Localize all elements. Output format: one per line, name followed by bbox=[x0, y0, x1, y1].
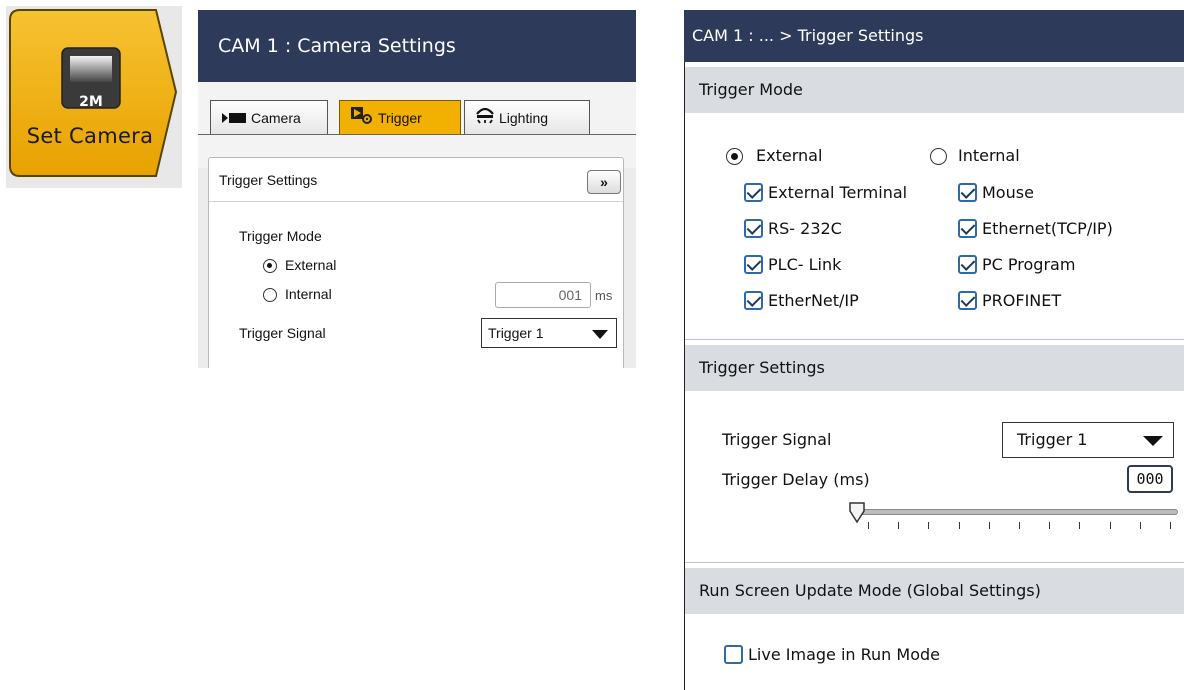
trigger-settings-panel: CAM 1 : ... > Trigger Settings Trigger M… bbox=[684, 10, 1184, 690]
slider-tick bbox=[988, 522, 990, 529]
tab-camera-label: Camera bbox=[251, 110, 301, 126]
trigger-signal-value: Trigger 1 bbox=[488, 325, 544, 341]
set-camera-button[interactable]: 2M Set Camera bbox=[6, 6, 182, 188]
trigger-delay-slider-track[interactable] bbox=[856, 509, 1178, 515]
checkbox-pc-program-label: PC Program bbox=[982, 255, 1076, 274]
checkbox-live-image-label: Live Image in Run Mode bbox=[748, 645, 940, 664]
trigger-signal-value: Trigger 1 bbox=[1017, 430, 1088, 449]
slider-tick bbox=[1109, 522, 1111, 529]
trigger-mode-header: Trigger Mode bbox=[685, 67, 1184, 113]
trigger-settings-header: Trigger Settings bbox=[209, 158, 623, 202]
checkbox-ethernet-ip[interactable] bbox=[744, 291, 763, 310]
camera-resolution-badge: 2M bbox=[79, 94, 103, 110]
slider-ticks bbox=[856, 522, 1178, 530]
run-screen-header: Run Screen Update Mode (Global Settings) bbox=[685, 568, 1184, 614]
slider-tick bbox=[1170, 522, 1171, 529]
trigger-signal-select[interactable]: Trigger 1 bbox=[1002, 422, 1174, 458]
checkbox-live-image[interactable] bbox=[724, 645, 743, 664]
expand-button[interactable]: » bbox=[587, 170, 621, 194]
radio-internal-label: Internal bbox=[958, 146, 1020, 165]
trigger-settings-title: Trigger Settings bbox=[219, 172, 318, 188]
camera-icon bbox=[221, 102, 247, 136]
lighting-icon bbox=[475, 102, 495, 136]
slider-tick bbox=[1049, 522, 1051, 529]
checkbox-profinet[interactable] bbox=[958, 291, 977, 310]
tab-trigger-label: Trigger bbox=[378, 110, 422, 126]
trigger-settings-card: Trigger Settings » Trigger Mode External… bbox=[208, 157, 624, 368]
trigger-settings-header: Trigger Settings bbox=[685, 345, 1184, 391]
tab-trigger[interactable]: Trigger bbox=[339, 100, 461, 134]
tab-camera[interactable]: Camera bbox=[210, 100, 328, 134]
slider-tick bbox=[898, 522, 900, 529]
trigger-settings-title-bar: CAM 1 : ... > Trigger Settings bbox=[684, 10, 1184, 62]
radio-external[interactable] bbox=[726, 148, 743, 165]
chevron-down-icon bbox=[1143, 436, 1163, 446]
checkbox-ethernet-tcpip-label: Ethernet(TCP/IP) bbox=[982, 219, 1113, 238]
radio-internal[interactable] bbox=[930, 148, 947, 165]
trigger-delay-input[interactable]: 000 bbox=[1127, 465, 1173, 493]
radio-internal-label: Internal bbox=[285, 286, 332, 302]
interval-unit: ms bbox=[595, 288, 613, 303]
checkbox-external-terminal[interactable] bbox=[744, 183, 763, 202]
checkbox-rs232c[interactable] bbox=[744, 219, 763, 238]
tab-lighting[interactable]: Lighting bbox=[464, 100, 590, 134]
section-divider bbox=[685, 562, 1184, 563]
slider-tick bbox=[1019, 522, 1020, 529]
slider-tick bbox=[868, 522, 869, 529]
radio-external-label: External bbox=[285, 257, 337, 273]
section-divider bbox=[685, 339, 1184, 340]
trigger-mode-label: Trigger Mode bbox=[239, 228, 322, 244]
tab-divider bbox=[198, 134, 636, 135]
tab-lighting-label: Lighting bbox=[499, 110, 549, 126]
checkbox-rs232c-label: RS- 232C bbox=[768, 219, 842, 238]
checkbox-ethernet-tcpip[interactable] bbox=[958, 219, 977, 238]
panel-title: CAM 1 : Camera Settings bbox=[198, 10, 636, 82]
checkbox-profinet-label: PROFINET bbox=[982, 291, 1062, 310]
trigger-delay-label: Trigger Delay (ms) bbox=[722, 470, 870, 489]
radio-external-label: External bbox=[756, 146, 823, 165]
checkbox-pc-program[interactable] bbox=[958, 255, 977, 274]
interval-input[interactable]: 001 bbox=[495, 282, 591, 308]
slider-tick bbox=[928, 522, 930, 529]
trigger-icon bbox=[350, 102, 374, 136]
checkbox-ethernet-ip-label: EtherNet/IP bbox=[768, 291, 859, 310]
radio-internal[interactable] bbox=[263, 288, 277, 302]
slider-tick bbox=[1139, 522, 1141, 529]
checkbox-plc-link[interactable] bbox=[744, 255, 763, 274]
camera-settings-panel: CAM 1 : Camera Settings Camera Trigger L… bbox=[198, 10, 636, 368]
trigger-signal-select[interactable]: Trigger 1 bbox=[481, 318, 617, 348]
radio-external[interactable] bbox=[263, 259, 277, 273]
checkbox-mouse[interactable] bbox=[958, 183, 977, 202]
checkbox-mouse-label: Mouse bbox=[982, 183, 1034, 202]
trigger-signal-label: Trigger Signal bbox=[722, 430, 832, 449]
slider-tick bbox=[958, 522, 960, 529]
trigger-signal-label: Trigger Signal bbox=[239, 325, 326, 341]
slider-thumb[interactable] bbox=[848, 502, 866, 529]
checkbox-external-terminal-label: External Terminal bbox=[768, 183, 908, 202]
chevron-down-icon bbox=[592, 330, 608, 339]
slider-tick bbox=[1079, 522, 1081, 529]
set-camera-label: Set Camera bbox=[26, 124, 154, 148]
checkbox-plc-link-label: PLC- Link bbox=[768, 255, 842, 274]
